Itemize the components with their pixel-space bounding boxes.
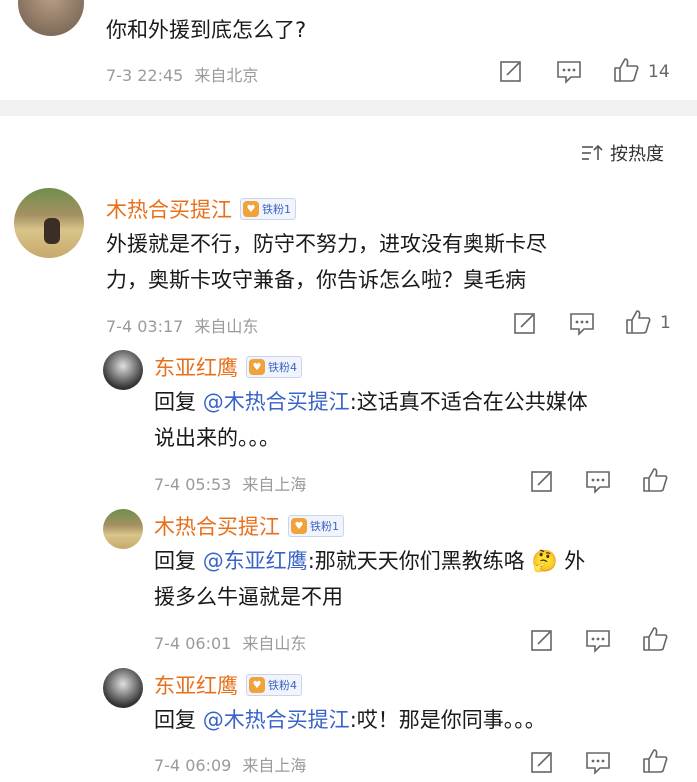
thumbs-up-icon[interactable]: [641, 747, 669, 775]
mention-link[interactable]: @木热合买提江: [203, 390, 350, 414]
share-icon[interactable]: [529, 749, 555, 775]
location: 来自山东: [194, 317, 259, 336]
avatar[interactable]: [103, 668, 143, 708]
share-icon[interactable]: [529, 627, 555, 653]
fan-badge-icon: ♥: [249, 677, 265, 693]
location: 来自北京: [194, 66, 259, 85]
thumbs-up-icon[interactable]: [612, 56, 640, 84]
reply-header: 东亚红鹰 ♥ 铁粉4: [154, 670, 302, 700]
fan-badge-icon: ♥: [243, 201, 259, 217]
fan-badge: ♥ 铁粉4: [246, 674, 302, 696]
comment-icon[interactable]: [584, 468, 612, 494]
reply-content: :那就天天你们黑教练咯: [307, 549, 525, 573]
reply-time: 7-4 06:09 来自上海: [154, 752, 306, 776]
timestamp: 7-4 06:09: [154, 756, 232, 775]
share-icon[interactable]: [498, 58, 524, 84]
section-divider: [0, 100, 697, 116]
username[interactable]: 东亚红鹰: [154, 670, 238, 700]
badge-label: 铁粉4: [268, 361, 297, 374]
comment-line: 外援就是不行，防守不努力，进攻没有奥斯卡尽: [106, 232, 547, 256]
reply-content: 外: [564, 549, 586, 573]
like-count: 14: [648, 62, 670, 82]
reply-prefix: 回复: [154, 708, 196, 732]
fan-badge: ♥ 铁粉1: [288, 515, 344, 537]
comment-time: 7-3 22:45 来自北京: [106, 62, 258, 86]
comment-icon[interactable]: [584, 749, 612, 775]
avatar[interactable]: [103, 350, 143, 390]
reply-line: 回复 @木热合买提江:哎！那是你同事。。。: [154, 702, 684, 738]
reply-line: 回复 @木热合买提江:这话真不适合在公共媒体: [154, 384, 684, 420]
comment-icon[interactable]: [568, 310, 596, 336]
like-count: 1: [660, 313, 671, 333]
reply-time: 7-4 05:53 来自上海: [154, 471, 306, 495]
comment-time: 7-4 03:17 来自山东: [106, 313, 258, 337]
fan-badge-icon: ♥: [249, 359, 265, 375]
location: 来自山东: [242, 634, 307, 653]
reply-prefix: 回复: [154, 390, 196, 414]
sort-label: 按热度: [610, 144, 664, 165]
location: 来自上海: [242, 756, 307, 775]
comment-icon[interactable]: [555, 58, 583, 84]
fan-badge-icon: ♥: [291, 518, 307, 534]
share-icon[interactable]: [529, 468, 555, 494]
reply-content: :哎！那是你同事。。。: [349, 708, 546, 732]
reply-line: 说出来的。。。: [154, 426, 280, 450]
comment-text: 外援就是不行，防守不努力，进攻没有奥斯卡尽 力，奥斯卡攻守兼备，你告诉怎么啦？臭…: [106, 226, 676, 298]
share-icon[interactable]: [512, 310, 538, 336]
fan-badge: ♥ 铁粉4: [246, 356, 302, 378]
username[interactable]: 木热合买提江: [106, 194, 232, 224]
timestamp: 7-4 03:17: [106, 317, 184, 336]
reply-header: 东亚红鹰 ♥ 铁粉4: [154, 352, 302, 382]
comment-line: 力，奥斯卡攻守兼备，你告诉怎么啦？臭毛病: [106, 268, 526, 292]
sort-toggle[interactable]: 按热度: [580, 140, 664, 166]
thumbs-up-icon[interactable]: [641, 466, 669, 494]
badge-label: 铁粉1: [310, 520, 339, 533]
reply-text: 回复 @木热合买提江:哎！那是你同事。。。: [154, 702, 684, 738]
reply-line: 援多么牛逼就是不用: [154, 585, 343, 609]
reply-text: 回复 @东亚红鹰:那就天天你们黑教练咯 🤔 外 援多么牛逼就是不用: [154, 543, 684, 615]
reply-header: 木热合买提江 ♥ 铁粉1: [154, 511, 344, 541]
comment-text: 你和外援到底怎么了?: [106, 18, 307, 42]
comment-icon[interactable]: [584, 627, 612, 653]
username[interactable]: 东亚红鹰: [154, 352, 238, 382]
location: 来自上海: [242, 475, 307, 494]
timestamp: 7-4 06:01: [154, 634, 232, 653]
timestamp: 7-4 05:53: [154, 475, 232, 494]
avatar[interactable]: [18, 0, 84, 36]
thumbs-up-icon[interactable]: [641, 625, 669, 653]
reply-prefix: 回复: [154, 549, 196, 573]
avatar[interactable]: [103, 509, 143, 549]
timestamp: 7-3 22:45: [106, 66, 184, 85]
username[interactable]: 木热合买提江: [154, 511, 280, 541]
avatar[interactable]: [14, 188, 84, 258]
thinking-emoji-icon: 🤔: [531, 549, 558, 573]
badge-label: 铁粉4: [268, 679, 297, 692]
badge-label: 铁粉1: [262, 203, 291, 216]
reply-text: 回复 @木热合买提江:这话真不适合在公共媒体 说出来的。。。: [154, 384, 684, 456]
reply-content: :这话真不适合在公共媒体: [349, 390, 588, 414]
fan-badge: ♥ 铁粉1: [240, 198, 296, 220]
sort-icon: [582, 144, 603, 160]
mention-link[interactable]: @木热合买提江: [203, 708, 350, 732]
mention-link[interactable]: @东亚红鹰: [203, 549, 308, 573]
reply-time: 7-4 06:01 来自山东: [154, 630, 306, 654]
reply-line: 回复 @东亚红鹰:那就天天你们黑教练咯 🤔 外: [154, 543, 684, 579]
thumbs-up-icon[interactable]: [624, 308, 652, 336]
comment-header: 木热合买提江 ♥ 铁粉1: [106, 194, 296, 224]
